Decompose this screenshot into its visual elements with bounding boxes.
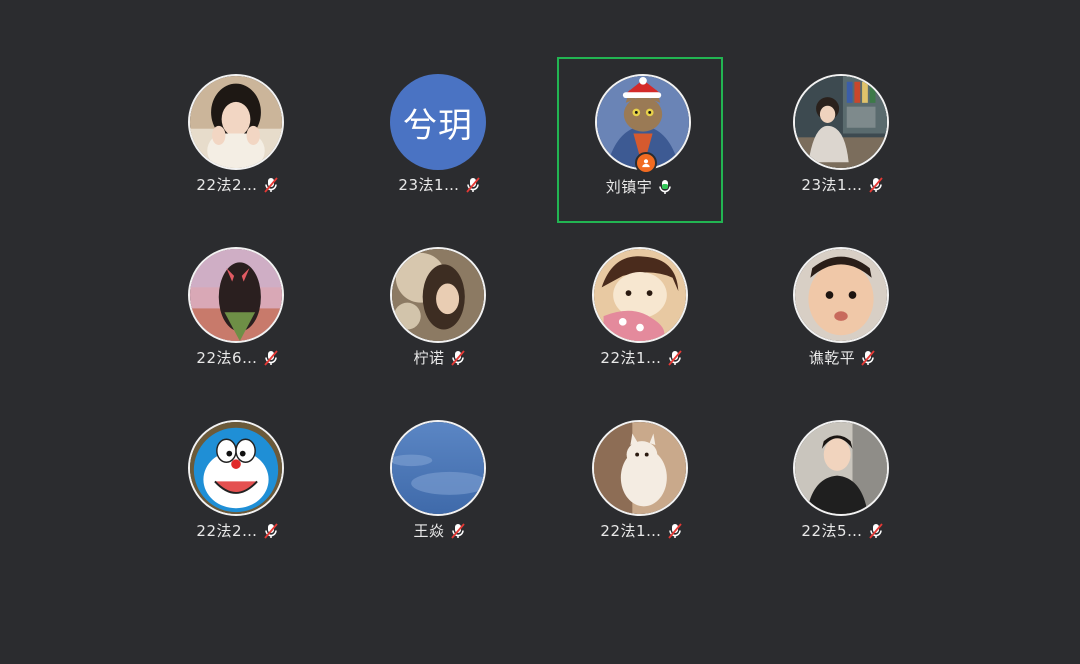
avatar [592,247,688,343]
participant-tile[interactable]: 王焱 [339,406,541,576]
avatar [188,74,284,170]
participant-tile[interactable]: 22法6… [137,233,339,403]
mic-muted-icon[interactable] [867,176,885,194]
avatar [793,74,889,170]
participant-tile-active-speaker[interactable]: 刘镇宇 [557,57,723,223]
participant-name: 柠诺 [413,349,445,367]
participant-tile[interactable]: 谯乾平 [742,233,944,403]
avatar [390,420,486,516]
participant-name: 22法1… [600,522,662,540]
participant-name: 23法1… [801,176,863,194]
mic-muted-icon[interactable] [262,349,280,367]
avatar [188,247,284,343]
mic-muted-icon[interactable] [262,522,280,540]
host-icon [635,152,657,174]
participant-name: 刘镇宇 [605,178,653,196]
participant-name: 王焱 [413,522,445,540]
mic-muted-icon[interactable] [859,349,877,367]
participant-name: 22法6… [196,349,258,367]
mic-muted-icon[interactable] [262,176,280,194]
participant-tile[interactable]: 22法2… [137,406,339,576]
participant-tile[interactable]: 柠诺 [339,233,541,403]
avatar [188,420,284,516]
avatar [793,247,889,343]
mic-active-icon[interactable] [656,178,674,196]
mic-muted-icon[interactable] [449,349,467,367]
avatar [592,420,688,516]
mic-muted-icon[interactable] [666,522,684,540]
participant-tile[interactable]: 兮玥 23法1… [339,60,541,230]
meeting-participant-grid: 22法2… 兮玥 23法1… 刘镇宇 23法1… 22法6… 柠诺 22法1… … [0,0,1080,664]
avatar: 兮玥 [390,74,486,170]
participant-name: 22法5… [801,522,863,540]
mic-muted-icon[interactable] [464,176,482,194]
participant-name: 22法2… [196,522,258,540]
mic-muted-icon[interactable] [867,522,885,540]
participant-tile[interactable]: 23法1… [742,60,944,230]
participant-tile[interactable]: 22法5… [742,406,944,576]
avatar [390,247,486,343]
participant-name: 22法1… [600,349,662,367]
participant-tile[interactable]: 22法1… [541,406,743,576]
participant-name: 谯乾平 [808,349,856,367]
participant-name: 22法2… [196,176,258,194]
avatar [793,420,889,516]
participant-name: 23法1… [398,176,460,194]
participant-tile[interactable]: 22法1… [541,233,743,403]
mic-muted-icon[interactable] [666,349,684,367]
participant-tile[interactable]: 22法2… [137,60,339,230]
mic-muted-icon[interactable] [449,522,467,540]
avatar-text: 兮玥 [403,105,473,146]
